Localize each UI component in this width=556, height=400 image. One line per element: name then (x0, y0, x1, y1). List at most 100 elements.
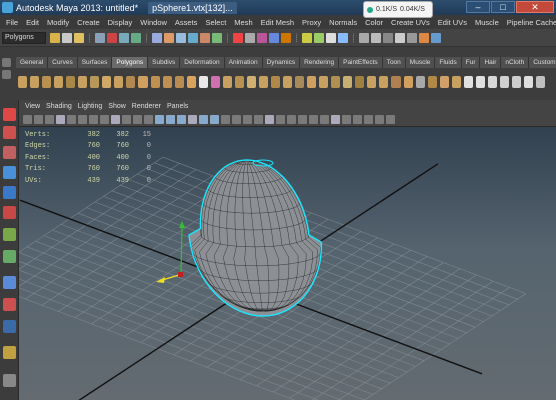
shelf-tool-icon[interactable] (66, 76, 76, 88)
shelf-tool-icon[interactable] (343, 76, 353, 88)
panel-menu-renderer[interactable]: Renderer (129, 103, 164, 110)
status-tool-icon[interactable] (257, 32, 267, 43)
status-tool-icon[interactable] (119, 32, 129, 43)
shelf-tool-icon[interactable] (18, 76, 28, 88)
menu-modify[interactable]: Modify (43, 18, 73, 27)
shelf-tab-animation[interactable]: Animation (224, 57, 263, 68)
menu-muscle[interactable]: Muscle (471, 18, 503, 27)
shelf-tab-painteffects[interactable]: PaintEffects (339, 57, 383, 68)
shelf-tool-icon[interactable] (150, 76, 160, 88)
panel-tool-icon[interactable] (298, 115, 307, 124)
panel-menu-lighting[interactable]: Lighting (75, 103, 106, 110)
panel-tool-icon[interactable] (210, 115, 219, 124)
lasso-tool-icon[interactable] (3, 126, 16, 139)
menu-mesh[interactable]: Mesh (230, 18, 256, 27)
shelf-tab-menu-icon[interactable] (2, 58, 11, 67)
shelf-tool-icon[interactable] (295, 76, 305, 88)
shelf-tool-icon[interactable] (126, 76, 136, 88)
shelf-tool-icon[interactable] (210, 76, 220, 88)
maximize-button[interactable]: □ (491, 1, 515, 13)
status-tool-icon[interactable] (200, 32, 210, 43)
menu-display[interactable]: Display (104, 18, 137, 27)
panel-tool-icon[interactable] (166, 115, 175, 124)
status-tool-icon[interactable] (407, 32, 417, 43)
shelf-tab-curves[interactable]: Curves (48, 57, 78, 68)
shelf-tool-icon[interactable] (186, 76, 196, 88)
shelf-tab-rendering[interactable]: Rendering (300, 57, 340, 68)
panel-tool-icon[interactable] (331, 115, 340, 124)
shelf-tool-icon[interactable] (487, 76, 497, 88)
status-tool-icon[interactable] (245, 32, 255, 43)
status-tool-icon[interactable] (131, 32, 141, 43)
panel-tool-icon[interactable] (353, 115, 362, 124)
shelf-tab-toon[interactable]: Toon (382, 57, 406, 68)
panel-tool-icon[interactable] (265, 115, 274, 124)
shelf-tool-icon[interactable] (283, 76, 293, 88)
layout-single-icon[interactable] (3, 276, 16, 289)
menu-set-selector[interactable]: Polygons (2, 31, 46, 44)
status-tool-icon[interactable] (233, 32, 243, 43)
status-tool-icon[interactable] (281, 32, 291, 43)
shelf-tab-muscle[interactable]: Muscle (405, 57, 436, 68)
status-tool-icon[interactable] (95, 32, 105, 43)
shelf-tool-icon[interactable] (42, 76, 52, 88)
panel-menu-view[interactable]: View (22, 103, 43, 110)
menu-create-uvs[interactable]: Create UVs (387, 18, 434, 27)
panel-tool-icon[interactable] (342, 115, 351, 124)
panel-tool-icon[interactable] (287, 115, 296, 124)
panel-tool-icon[interactable] (276, 115, 285, 124)
panel-tool-icon[interactable] (144, 115, 153, 124)
shelf-tool-icon[interactable] (54, 76, 64, 88)
status-tool-icon[interactable] (164, 32, 174, 43)
show-manipulator-icon[interactable] (3, 228, 16, 241)
last-tool-icon[interactable] (3, 250, 16, 263)
shelf-tool-icon[interactable] (451, 76, 461, 88)
menu-pipeline-cache[interactable]: Pipeline Cache (503, 18, 556, 27)
shelf-tool-icon[interactable] (367, 76, 377, 88)
panel-tool-icon[interactable] (199, 115, 208, 124)
shelf-tab-fur[interactable]: Fur (461, 57, 481, 68)
shelf-tool-icon[interactable] (138, 76, 148, 88)
close-button[interactable]: ✕ (516, 1, 554, 13)
shelf-tool-icon[interactable] (403, 76, 413, 88)
layout-persp-icon[interactable] (3, 320, 16, 333)
panel-tool-icon[interactable] (89, 115, 98, 124)
shelf-tab-polygons[interactable]: Polygons (112, 57, 149, 68)
menu-file[interactable]: File (2, 18, 22, 27)
shelf-tool-icon[interactable] (355, 76, 365, 88)
panel-tool-icon[interactable] (232, 115, 241, 124)
status-tool-icon[interactable] (326, 32, 336, 43)
shelf-edit-menu-icon[interactable] (2, 70, 11, 79)
panel-tool-icon[interactable] (309, 115, 318, 124)
shelf-tab-dynamics[interactable]: Dynamics (262, 57, 301, 68)
panel-tool-icon[interactable] (45, 115, 54, 124)
shelf-tool-icon[interactable] (475, 76, 485, 88)
status-tool-icon[interactable] (338, 32, 348, 43)
panel-menu-panels[interactable]: Panels (164, 103, 191, 110)
status-tool-icon[interactable] (62, 32, 72, 43)
status-tool-icon[interactable] (419, 32, 429, 43)
panel-tool-icon[interactable] (221, 115, 230, 124)
move-tool-icon[interactable] (3, 166, 16, 179)
menu-edit-mesh[interactable]: Edit Mesh (257, 18, 298, 27)
paint-select-icon[interactable] (3, 146, 16, 159)
menu-edit[interactable]: Edit (22, 18, 43, 27)
shelf-tool-icon[interactable] (234, 76, 244, 88)
shelf-tool-icon[interactable] (270, 76, 281, 88)
shelf-tab-ncloth[interactable]: nCloth (501, 57, 530, 68)
shelf-tool-icon[interactable] (222, 76, 232, 88)
shelf-tool-icon[interactable] (307, 76, 317, 88)
shelf-tool-icon[interactable] (102, 76, 112, 88)
status-tool-icon[interactable] (188, 32, 198, 43)
panel-tool-icon[interactable] (78, 115, 87, 124)
perspective-viewport[interactable]: Verts: 382 382 15 Edges: 760 760 0 Faces: 400 400 0… (19, 127, 556, 400)
shelf-tool-icon[interactable] (523, 76, 534, 88)
status-tool-icon[interactable] (314, 32, 324, 43)
shelf-tool-icon[interactable] (415, 76, 425, 88)
rotate-tool-icon[interactable] (3, 186, 16, 199)
taskbar-tab[interactable]: pSphere1.vtx[132]... (148, 1, 237, 14)
shelf-tool-icon[interactable] (536, 76, 546, 88)
panel-tool-icon[interactable] (133, 115, 142, 124)
shelf-tool-icon[interactable] (246, 76, 256, 88)
menu-color[interactable]: Color (361, 18, 387, 27)
